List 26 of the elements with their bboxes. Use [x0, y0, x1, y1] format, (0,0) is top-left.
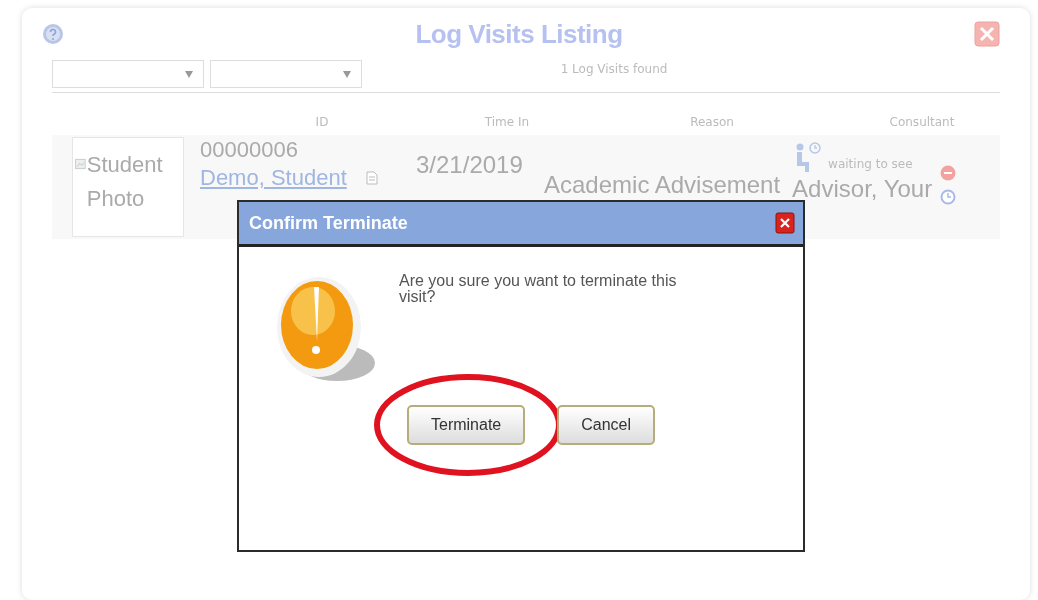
- student-id: 00000006: [200, 137, 299, 163]
- remove-icon[interactable]: [940, 165, 957, 181]
- column-header: ID: [314, 115, 330, 129]
- visit-reason: Academic Advisement: [544, 171, 781, 200]
- waiting-status: waiting to see: [828, 157, 913, 171]
- result-count: 1 Log Visits found: [559, 62, 669, 76]
- filter-dropdown[interactable]: [52, 60, 204, 88]
- caret-icon: [185, 70, 193, 78]
- column-header: Reason: [689, 115, 735, 129]
- close-icon[interactable]: [775, 212, 795, 234]
- cancel-button[interactable]: Cancel: [557, 405, 656, 445]
- help-icon[interactable]: [42, 23, 64, 45]
- column-header: Consultant: [888, 115, 956, 129]
- terminate-button[interactable]: Terminate: [407, 405, 526, 445]
- window-title: Log Visits Listing: [414, 18, 624, 50]
- time-in: 3/21/2019: [416, 151, 524, 180]
- consultant-name: Advisor, Your: [792, 175, 933, 203]
- dialog-title: Confirm Terminate: [249, 212, 408, 234]
- broken-image-icon: [75, 156, 86, 172]
- caret-icon: [343, 70, 351, 78]
- clock-icon[interactable]: [940, 189, 957, 205]
- document-icon[interactable]: [364, 171, 379, 185]
- photo-alt-text: Student Photo: [86, 151, 164, 213]
- filter-dropdown[interactable]: [210, 60, 362, 88]
- confirm-message: Are you sure you want to terminate this visit?: [399, 273, 678, 307]
- column-header: Time In: [483, 115, 531, 129]
